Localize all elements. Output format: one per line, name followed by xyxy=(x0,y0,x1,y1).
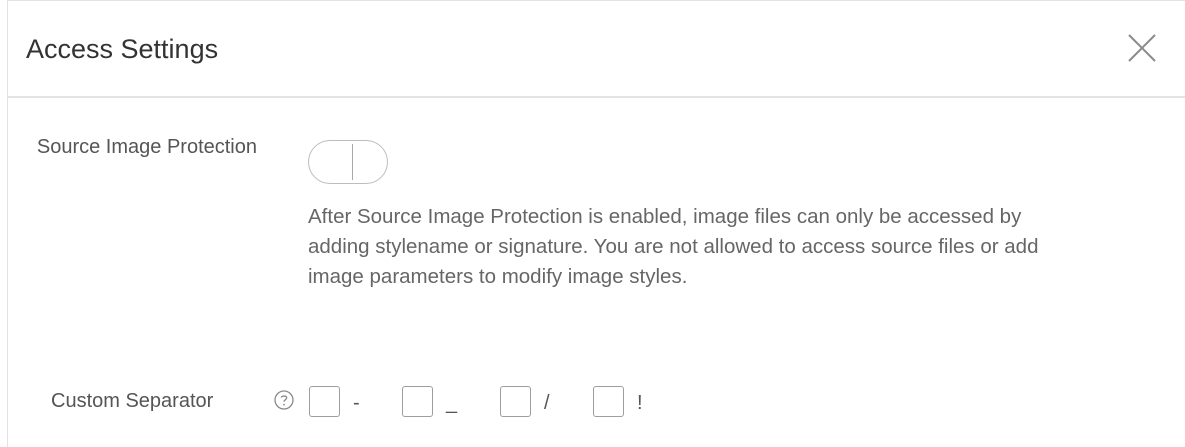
help-circle-icon[interactable] xyxy=(273,389,295,411)
separator-slash-label: / xyxy=(544,392,550,414)
separator-underscore-label: _ xyxy=(446,392,458,414)
access-settings-dialog: Access Settings Source Image Protection … xyxy=(7,0,1185,447)
source-image-protection-label: Source Image Protection xyxy=(36,136,257,158)
separator-underscore-checkbox[interactable] xyxy=(402,386,433,417)
close-icon xyxy=(1128,34,1156,62)
dialog-title: Access Settings xyxy=(26,34,219,64)
source-image-protection-toggle[interactable] xyxy=(308,140,388,184)
custom-separator-label: Custom Separator xyxy=(51,390,214,412)
separator-exclamation-label: ! xyxy=(637,392,643,414)
source-image-protection-description: After Source Image Protection is enabled… xyxy=(308,205,1039,288)
separator-hyphen-label: - xyxy=(353,392,360,414)
dialog-header: Access Settings xyxy=(8,1,1185,98)
separator-slash-checkbox[interactable] xyxy=(500,386,531,417)
separator-hyphen-checkbox[interactable] xyxy=(309,386,340,417)
toggle-knob xyxy=(352,144,353,180)
close-button[interactable] xyxy=(1125,31,1159,65)
separator-exclamation-checkbox[interactable] xyxy=(593,386,624,417)
